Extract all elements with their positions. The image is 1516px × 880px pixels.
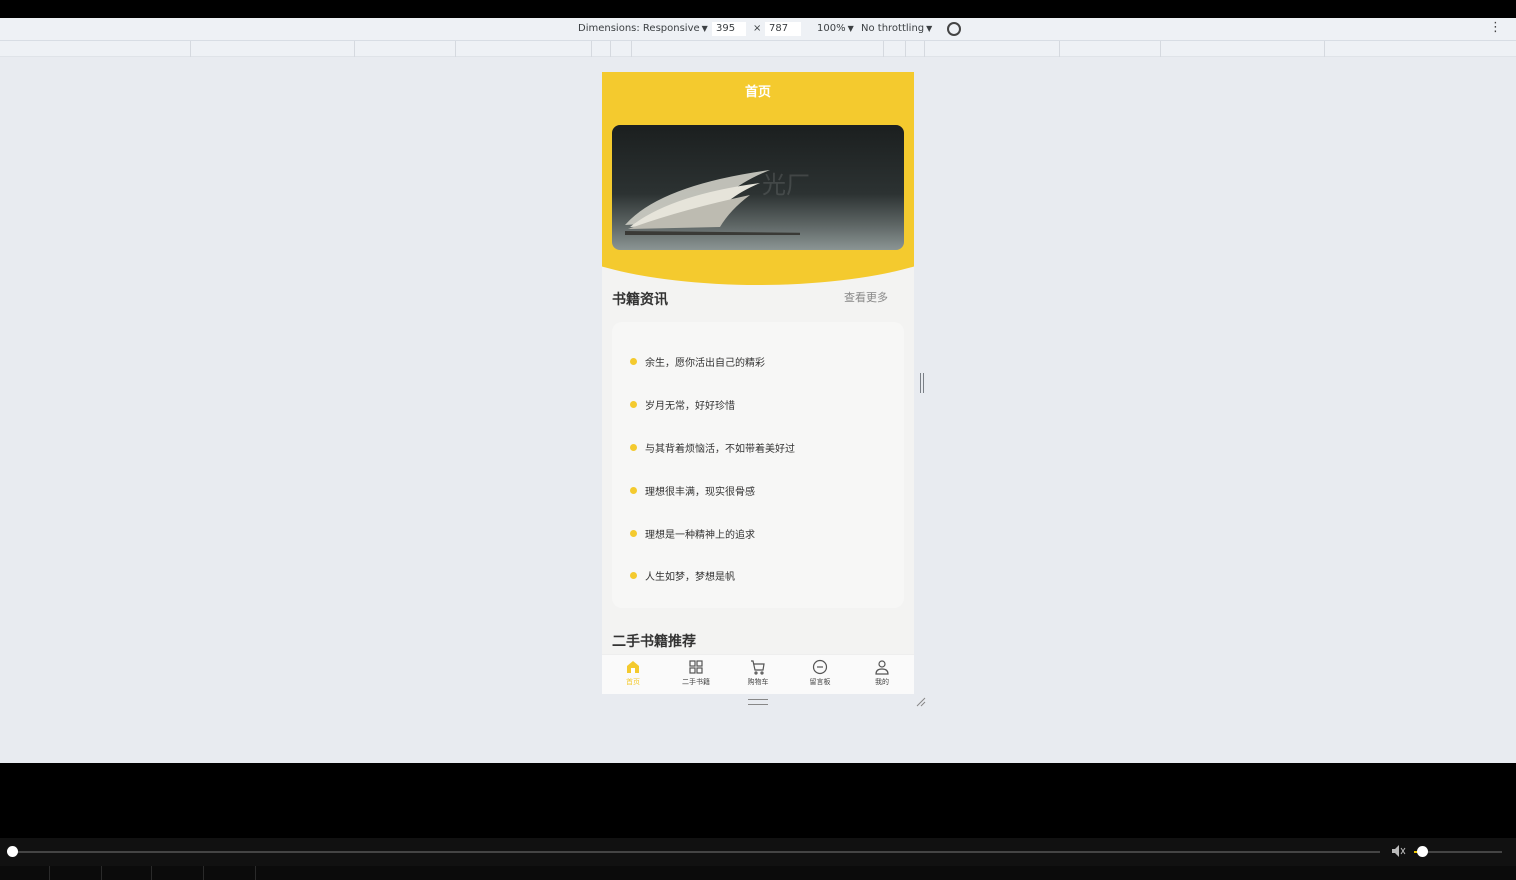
tab-profile[interactable]: 我的 (857, 659, 907, 687)
ruler-tick (1160, 41, 1161, 57)
bullet-icon (630, 358, 637, 365)
cart-icon (751, 660, 765, 675)
bullet-icon (630, 401, 637, 408)
zoom-dropdown[interactable]: 100% ▼ (817, 23, 854, 34)
media-query-ruler (0, 41, 1516, 57)
news-list: 余生，愿你活出自己的精彩 岁月无常，好好珍惜 与其背着烦恼活，不如带着美好过 理… (612, 322, 904, 608)
ruler-tick (591, 41, 592, 57)
ruler-tick (455, 41, 456, 57)
news-item[interactable]: 理想是一种精神上的追求 (630, 526, 755, 541)
times-sign: × (753, 23, 762, 34)
progress-knob[interactable] (7, 846, 18, 857)
tab-messages[interactable]: 留言板 (795, 659, 845, 687)
bullet-icon (630, 530, 637, 537)
view-more-link[interactable]: 查看更多 (844, 289, 888, 305)
taskbar-item[interactable] (102, 866, 152, 880)
taskbar-item[interactable] (152, 866, 204, 880)
screen: Dimensions: Responsive ▼ 395 × 787 100% ▼ … (0, 0, 1516, 880)
taskbar-item[interactable] (50, 866, 102, 880)
tab-secondhand[interactable]: 二手书籍 (671, 659, 721, 687)
bullet-icon (630, 444, 637, 451)
user-icon (875, 660, 889, 675)
news-item[interactable]: 理想很丰满，现实很骨感 (630, 483, 755, 498)
banner-watermark: 光厂 (762, 171, 810, 199)
bottom-resize-handle[interactable] (748, 699, 768, 705)
banner-image[interactable]: 光厂 (612, 125, 904, 250)
home-icon (627, 661, 639, 673)
bullet-icon (630, 487, 637, 494)
ruler-tick (610, 41, 611, 57)
ruler-tick (924, 41, 925, 57)
tab-cart[interactable]: 购物车 (733, 659, 783, 687)
tab-home[interactable]: 首页 (608, 659, 658, 687)
news-item[interactable]: 人生如梦，梦想是帆 (630, 568, 735, 583)
more-options-icon[interactable]: ⋮ (1489, 20, 1502, 35)
ruler-tick (1324, 41, 1325, 57)
message-icon (812, 659, 828, 675)
ruler-tick (905, 41, 906, 57)
dimensions-dropdown[interactable]: Dimensions: Responsive ▼ (578, 23, 708, 34)
news-item[interactable]: 岁月无常，好好珍惜 (630, 397, 735, 412)
news-item[interactable]: 与其背着烦恼活，不如带着美好过 (630, 440, 795, 455)
rotate-icon[interactable] (947, 22, 961, 36)
grid-icon (689, 660, 703, 674)
taskbar-item[interactable] (0, 866, 50, 880)
volume-icon[interactable] (1391, 844, 1407, 858)
news-item[interactable]: 余生，愿你活出自己的精彩 (630, 354, 765, 369)
volume-knob[interactable] (1417, 846, 1428, 857)
taskbar (0, 866, 1516, 880)
ruler-tick (631, 41, 632, 57)
secondhand-section-title: 二手书籍推荐 (612, 634, 696, 650)
mobile-page: 首页 光厂 书籍资讯 查看更多 余生，愿你活出自己的精彩 岁月无常，好好珍惜 与… (602, 72, 914, 694)
side-resize-handle[interactable] (920, 373, 924, 393)
device-toolbar: Dimensions: Responsive ▼ 395 × 787 100% ▼ … (0, 18, 1516, 41)
ruler-tick (1059, 41, 1060, 57)
width-input[interactable]: 395 (711, 21, 747, 37)
ruler-tick (190, 41, 191, 57)
bullet-icon (630, 572, 637, 579)
height-input[interactable]: 787 (764, 21, 802, 37)
corner-resize-icon[interactable] (916, 697, 926, 707)
ruler-tick (883, 41, 884, 57)
news-section-title: 书籍资讯 (612, 292, 668, 308)
page-title: 首页 (744, 85, 771, 100)
taskbar-item[interactable] (204, 866, 256, 880)
throttling-dropdown[interactable]: No throttling ▼ (861, 23, 932, 34)
ruler-tick (354, 41, 355, 57)
tab-bar: 首页 二手书籍 购物车 留言板 我的 (602, 654, 914, 694)
progress-track[interactable] (12, 851, 1380, 853)
